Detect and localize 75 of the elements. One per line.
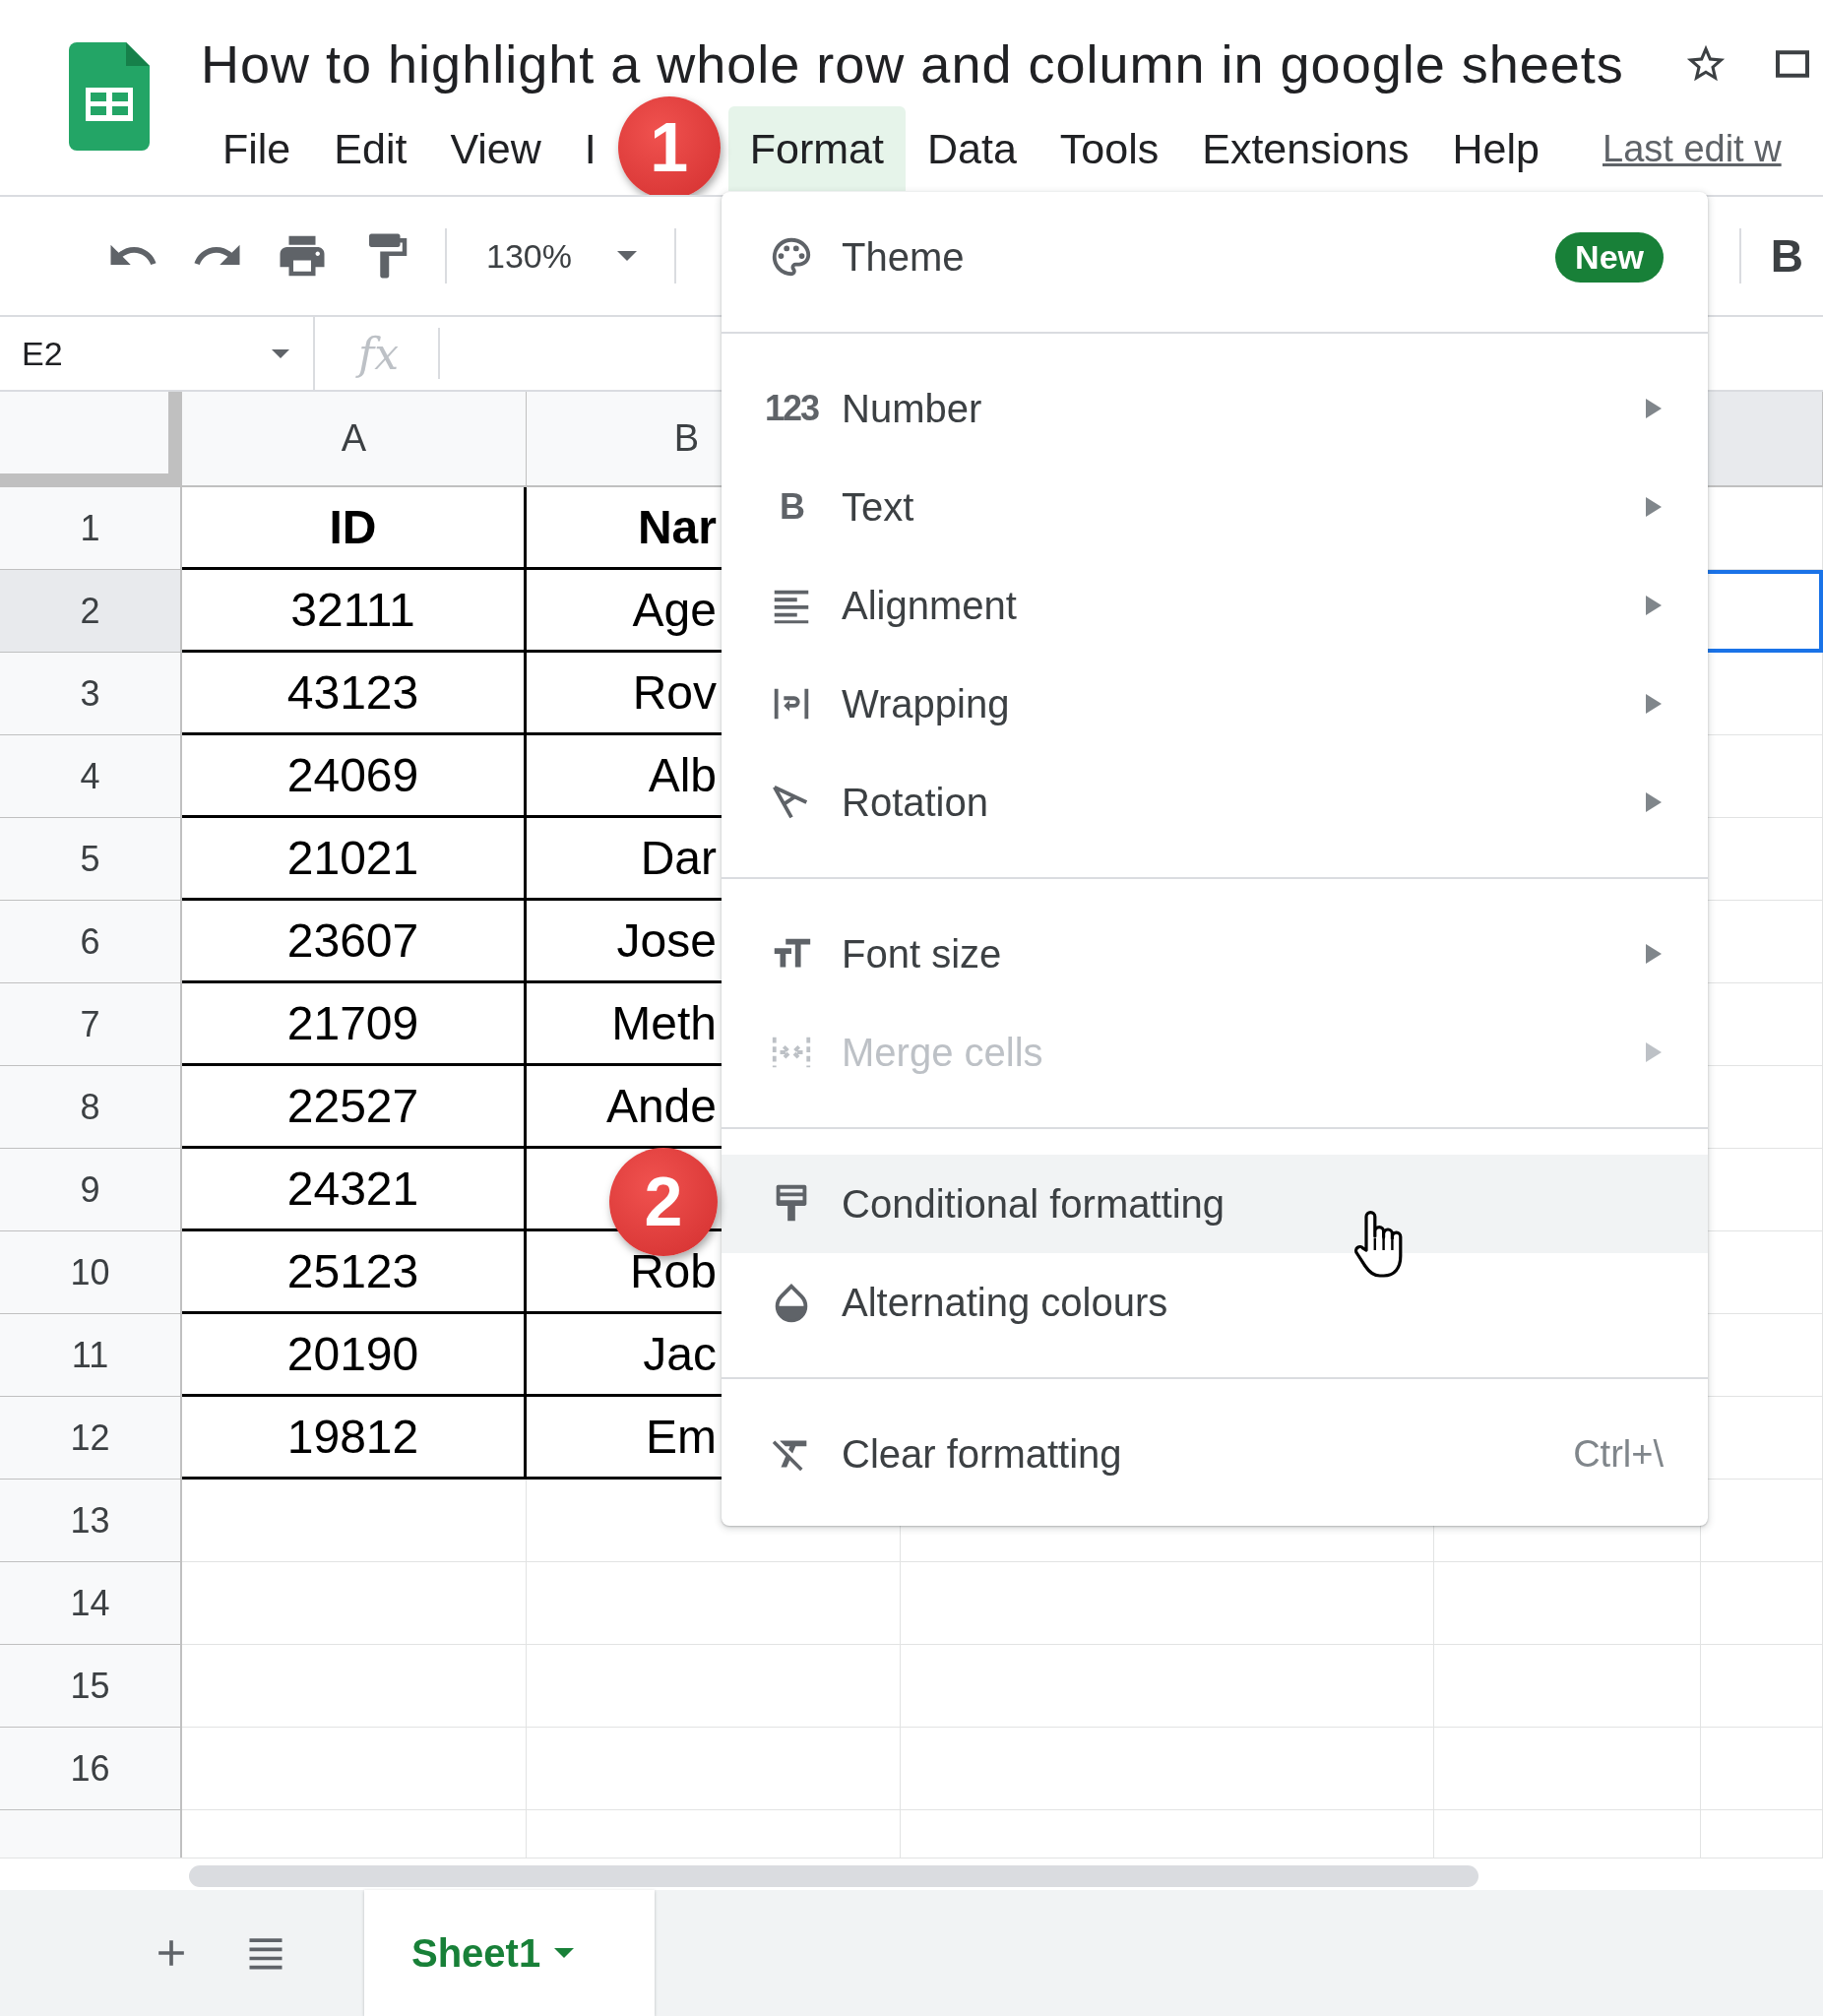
row-header[interactable]: 13 xyxy=(0,1480,182,1562)
row-header[interactable]: 12 xyxy=(0,1397,182,1480)
select-all-corner[interactable] xyxy=(0,392,182,487)
menu-item[interactable]: Data xyxy=(906,106,1038,191)
row-header[interactable]: 9 xyxy=(0,1149,182,1231)
empty-cell[interactable] xyxy=(527,1728,901,1810)
empty-cell[interactable] xyxy=(901,1562,1434,1645)
row-header[interactable]: 2 xyxy=(0,570,182,653)
empty-cell[interactable] xyxy=(1701,1645,1823,1728)
submenu-arrow-icon xyxy=(1644,1040,1664,1064)
last-edit-link[interactable]: Last edit w xyxy=(1603,106,1782,191)
row-header[interactable]: 8 xyxy=(0,1066,182,1149)
empty-cell[interactable] xyxy=(527,1645,901,1728)
row-header[interactable]: 4 xyxy=(0,735,182,818)
caret-icon xyxy=(554,1948,575,1958)
menu-item[interactable]: View xyxy=(428,106,563,191)
horizontal-scrollbar[interactable] xyxy=(189,1865,1478,1887)
empty-cell[interactable] xyxy=(901,1728,1434,1810)
table-cell[interactable]: 32111 xyxy=(182,570,527,653)
bold-button[interactable]: B xyxy=(1740,229,1813,283)
menu-item[interactable]: File xyxy=(201,106,313,191)
empty-cell[interactable] xyxy=(1434,1562,1701,1645)
menu-item[interactable]: Tools xyxy=(1037,106,1181,191)
row-header[interactable]: 6 xyxy=(0,901,182,983)
table-cell[interactable]: ID xyxy=(182,487,527,570)
table-cell[interactable]: 20190 xyxy=(182,1314,527,1397)
table-cell[interactable]: 19812 xyxy=(182,1397,527,1480)
table-cell[interactable]: 23607 xyxy=(182,901,527,983)
submenu-arrow-icon xyxy=(1644,397,1664,420)
table-cell[interactable]: 24321 xyxy=(182,1149,527,1231)
table-cell[interactable]: 21021 xyxy=(182,818,527,901)
name-box[interactable]: E2 xyxy=(0,317,315,390)
new-badge: New xyxy=(1555,231,1664,283)
menu-item[interactable]: Edit xyxy=(312,106,429,191)
row-header[interactable]: 7 xyxy=(0,983,182,1066)
menu-option[interactable]: Conditional formatting xyxy=(722,1155,1708,1253)
format-glyph-icon: B xyxy=(780,486,803,528)
menu-item[interactable]: Extensions xyxy=(1180,106,1431,191)
row-header[interactable]: 5 xyxy=(0,818,182,901)
menu-item[interactable]: I xyxy=(562,106,618,191)
zoom-dropdown[interactable]: 130% xyxy=(447,236,660,276)
submenu-arrow-icon xyxy=(1644,495,1664,519)
step-badge: 1 xyxy=(617,96,721,195)
row-header[interactable]: 16 xyxy=(0,1728,182,1810)
menu-item[interactable]: Help xyxy=(1430,106,1561,191)
shortcut-text: Ctrl+\ xyxy=(1573,1432,1664,1476)
table-cell[interactable]: 24069 xyxy=(182,735,527,818)
empty-cell[interactable] xyxy=(527,1562,901,1645)
table-cell[interactable]: 25123 xyxy=(182,1231,527,1314)
caret-icon xyxy=(616,251,637,261)
menu-item[interactable]: Format xyxy=(727,106,906,191)
empty-cell[interactable] xyxy=(1701,1728,1823,1810)
row-header[interactable]: 1 xyxy=(0,487,182,570)
row-header[interactable]: 3 xyxy=(0,653,182,735)
row-header[interactable]: 15 xyxy=(0,1645,182,1728)
row-header[interactable]: 10 xyxy=(0,1231,182,1314)
document-title[interactable]: How to highlight a whole row and column in google sheets xyxy=(201,33,1624,94)
submenu-arrow-icon xyxy=(1644,594,1664,617)
empty-cell[interactable] xyxy=(901,1645,1434,1728)
caret-icon xyxy=(272,348,289,358)
empty-cell[interactable] xyxy=(1434,1728,1701,1810)
row-header[interactable]: 11 xyxy=(0,1314,182,1397)
submenu-arrow-icon xyxy=(1644,692,1664,716)
column-header[interactable]: A xyxy=(182,392,527,487)
menu-option[interactable]: Theme New xyxy=(722,208,1708,306)
sheets-logo-icon[interactable] xyxy=(69,42,150,151)
row-header[interactable]: 14 xyxy=(0,1562,182,1645)
submenu-arrow-icon xyxy=(1644,790,1664,814)
sheet-tab[interactable]: Sheet1 xyxy=(364,1890,655,2016)
empty-cell[interactable] xyxy=(1701,1562,1823,1645)
table-cell[interactable]: 21709 xyxy=(182,983,527,1066)
table-cell[interactable]: 22527 xyxy=(182,1066,527,1149)
empty-cell[interactable] xyxy=(1434,1645,1701,1728)
submenu-arrow-icon xyxy=(1644,942,1664,966)
table-cell[interactable]: 43123 xyxy=(182,653,527,735)
